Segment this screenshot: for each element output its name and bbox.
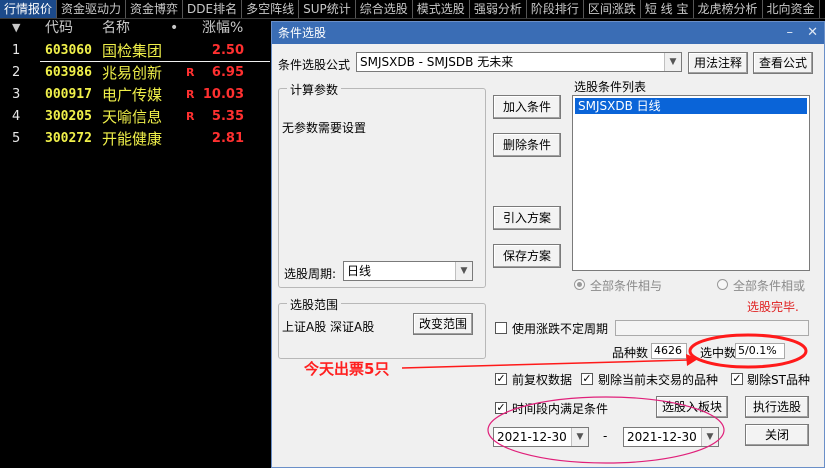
annotation-text: 今天出票5只 [304,360,390,378]
annotation-overlay [401,333,808,464]
annotation-arrow-line [401,359,689,369]
selected-count-circle [688,333,808,369]
date-range-circle [487,396,725,464]
